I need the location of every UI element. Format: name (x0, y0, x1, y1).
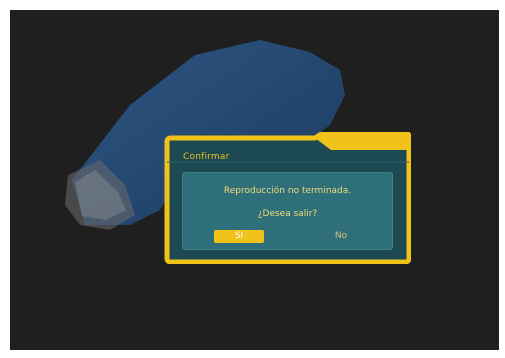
yes-button[interactable]: SI (214, 230, 264, 243)
dialog-title: Confirmar (183, 152, 230, 162)
message-text: Reproducción no terminada. (223, 186, 352, 196)
question-text: ¿Desea salir? (257, 209, 318, 219)
tv-screen: Confirmar Reproducción no terminada. ¿De… (10, 10, 499, 350)
message-box: Reproducción no terminada. ¿Desea salir?… (182, 172, 393, 250)
confirm-dialog: Confirmar Reproducción no terminada. ¿De… (163, 132, 411, 264)
no-button[interactable]: No (316, 230, 366, 243)
